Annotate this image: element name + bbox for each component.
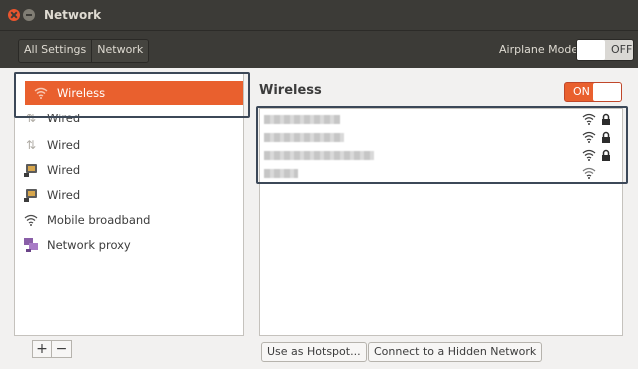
wireless-panel: Wireless ON Use as Hotspot... Connect to… bbox=[256, 72, 630, 364]
sidebar-item-wired-4[interactable]: Wired bbox=[23, 184, 80, 206]
breadcrumb: All Settings Network bbox=[18, 39, 150, 63]
sidebar-item-label: Wired bbox=[47, 138, 81, 152]
mobile-broadband-icon bbox=[23, 212, 39, 228]
wired-device-icon bbox=[23, 162, 39, 178]
network-proxy-icon bbox=[23, 237, 39, 253]
connect-hidden-network-button[interactable]: Connect to a Hidden Network bbox=[368, 342, 543, 362]
use-as-hotspot-button[interactable]: Use as Hotspot... bbox=[261, 342, 367, 362]
remove-connection-button[interactable]: − bbox=[52, 340, 72, 358]
airplane-mode-state: OFF bbox=[611, 43, 633, 56]
airplane-mode-label: Airplane Mode bbox=[499, 43, 579, 56]
airplane-mode-toggle[interactable]: OFF bbox=[576, 39, 634, 61]
window-title: Network bbox=[44, 8, 102, 22]
header-toolbar: All Settings Network Airplane Mode OFF bbox=[0, 30, 638, 68]
sidebar: Wireless ⇅ Wired ⇅ Wired Wired Wired Mob… bbox=[14, 72, 250, 364]
add-connection-button[interactable]: + bbox=[32, 340, 52, 358]
toggle-knob bbox=[577, 40, 605, 60]
toggle-knob bbox=[593, 83, 621, 101]
sidebar-item-mobile-broadband[interactable]: Mobile broadband bbox=[23, 209, 150, 231]
sidebar-item-wired-2[interactable]: ⇅ Wired bbox=[23, 134, 80, 156]
close-icon[interactable] bbox=[8, 9, 20, 21]
breadcrumb-all-settings[interactable]: All Settings bbox=[19, 40, 92, 62]
selection-highlight-frame bbox=[14, 72, 250, 118]
wireless-toggle-state: ON bbox=[573, 85, 590, 98]
network-highlight-frame bbox=[256, 106, 628, 184]
sidebar-item-wired-3[interactable]: Wired bbox=[23, 159, 80, 181]
minimize-icon[interactable] bbox=[23, 9, 35, 21]
wired-arrows-icon: ⇅ bbox=[25, 138, 37, 152]
title-bar: Network bbox=[0, 0, 638, 30]
add-remove-group: + − bbox=[32, 340, 72, 358]
sidebar-item-network-proxy[interactable]: Network proxy bbox=[23, 234, 131, 256]
sidebar-item-label: Wired bbox=[47, 188, 81, 202]
page-title: Wireless bbox=[259, 83, 322, 98]
wired-device-icon bbox=[23, 187, 39, 203]
wireless-toggle[interactable]: ON bbox=[564, 82, 622, 102]
breadcrumb-network[interactable]: Network bbox=[91, 40, 149, 62]
sidebar-item-label: Wired bbox=[47, 163, 81, 177]
sidebar-item-label: Mobile broadband bbox=[47, 213, 151, 227]
sidebar-item-label: Network proxy bbox=[47, 238, 131, 252]
